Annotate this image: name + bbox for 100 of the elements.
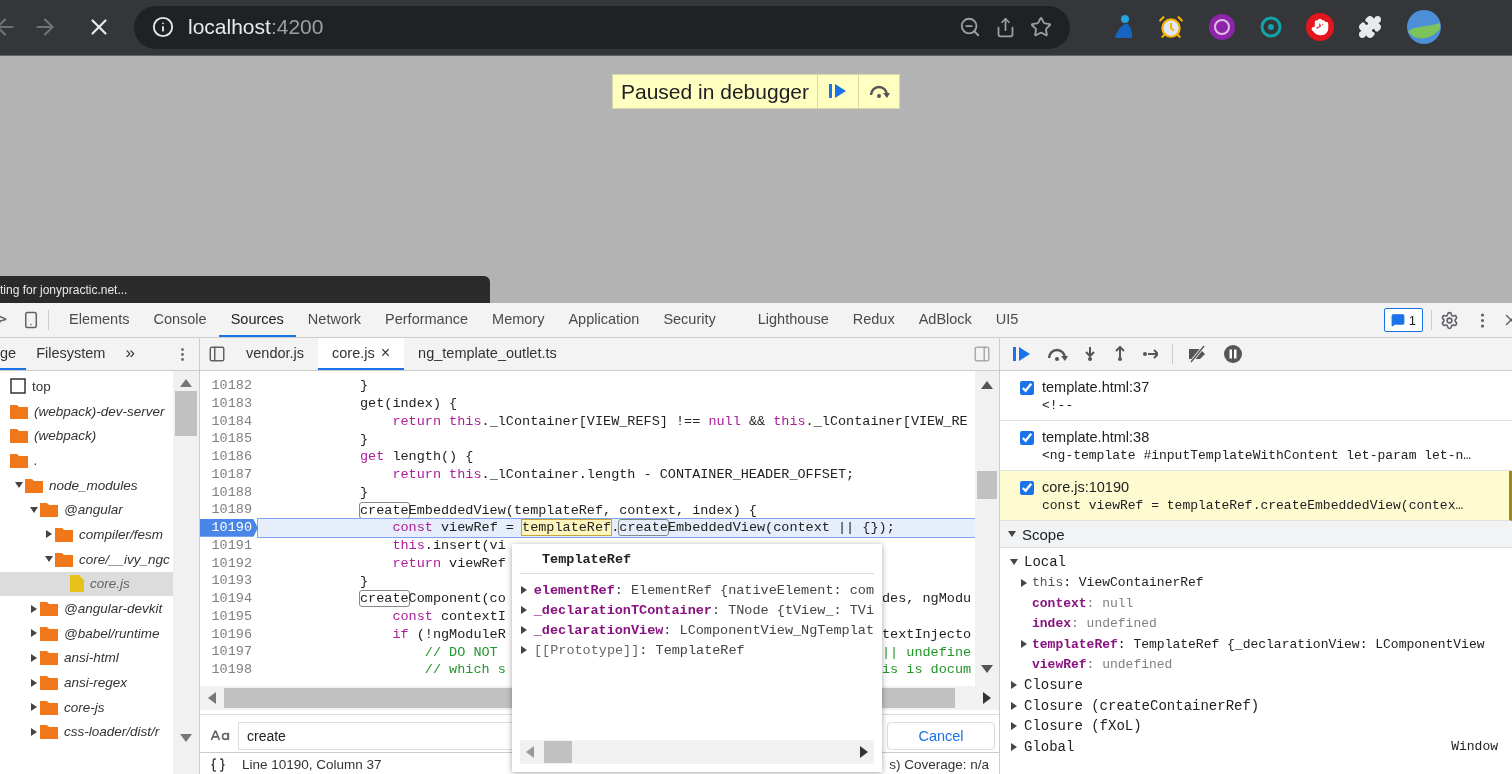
zoom-out-icon[interactable] xyxy=(959,16,981,39)
pretty-print-icon[interactable] xyxy=(210,757,226,773)
property-row[interactable]: [[Prototype]]: TemplateRef xyxy=(520,640,874,660)
tree-item[interactable]: @angular-devkit xyxy=(0,596,173,621)
expanded-arrow-icon[interactable] xyxy=(1008,530,1016,538)
scope-header[interactable]: Scope xyxy=(1000,521,1512,548)
resume-icon[interactable] xyxy=(1012,346,1032,362)
tree-item[interactable]: . xyxy=(0,448,173,473)
scrollbar-thumb[interactable] xyxy=(175,391,197,436)
info-icon[interactable] xyxy=(152,16,174,39)
breakpoint-item[interactable]: core.js:10190 const viewRef = templateRef.createEmbeddedView(contex… xyxy=(1000,471,1512,521)
issues-button[interactable]: 1 xyxy=(1383,308,1423,332)
breakpoint-checkbox[interactable] xyxy=(1020,481,1034,495)
file-tab[interactable]: vendor.js xyxy=(232,338,319,370)
close-tab-button[interactable]: × xyxy=(380,344,391,362)
tree-item[interactable]: ansi-html xyxy=(0,645,173,671)
step-over-icon[interactable] xyxy=(1046,347,1068,361)
alarm-clock-icon[interactable] xyxy=(1158,14,1184,41)
scroll-up-icon[interactable] xyxy=(180,379,192,387)
devtools-tab[interactable]: Security xyxy=(651,303,728,337)
navigator-tab[interactable]: ge xyxy=(0,338,27,370)
step-into-icon[interactable] xyxy=(1082,346,1098,362)
scope-variable[interactable]: this: ViewContainerRef xyxy=(1000,572,1512,593)
scroll-left-icon[interactable] xyxy=(208,692,216,704)
cancel-button[interactable]: Cancel xyxy=(887,721,995,750)
property-row[interactable]: _declarationTContainer: TNode {tView_: TVi xyxy=(520,600,874,620)
collapsed-arrow-icon[interactable] xyxy=(45,530,53,539)
breakpoint-checkbox[interactable] xyxy=(1020,431,1034,445)
scrollbar-thumb[interactable] xyxy=(544,741,572,763)
file-tab-label[interactable]: core.js xyxy=(332,345,375,361)
scope-section[interactable]: Closure (fXoL) xyxy=(1000,716,1512,737)
scope-section[interactable]: Global Window xyxy=(1000,736,1512,757)
collapsed-arrow-icon[interactable] xyxy=(30,604,38,613)
scroll-right-icon[interactable] xyxy=(860,746,868,758)
collapsed-arrow-icon[interactable] xyxy=(1010,681,1018,690)
devtools-tab[interactable]: Application xyxy=(556,303,652,337)
tree-item[interactable]: compiler/fesm xyxy=(0,522,173,547)
extension-icon[interactable] xyxy=(1260,16,1282,39)
file-tab-label[interactable]: vendor.js xyxy=(246,345,305,361)
devtools-tab[interactable]: Console xyxy=(141,303,219,337)
collapsed-arrow-icon[interactable] xyxy=(1010,722,1018,731)
expanded-arrow-icon[interactable] xyxy=(15,481,23,490)
tree-item[interactable]: core.js xyxy=(0,571,173,597)
devtools-tab[interactable]: AdBlock xyxy=(906,303,984,337)
collapsed-arrow-icon[interactable] xyxy=(520,586,528,594)
scroll-right-icon[interactable] xyxy=(983,692,991,704)
scope-section[interactable]: Closure (createContainerRef) xyxy=(1000,695,1512,716)
hand-icon[interactable] xyxy=(1306,13,1334,42)
collapsed-arrow-icon[interactable] xyxy=(30,727,38,736)
file-tab[interactable]: core.js × xyxy=(318,338,405,370)
extension-icon[interactable] xyxy=(1112,14,1134,41)
tree-item[interactable]: ansi-regex xyxy=(0,670,173,695)
tree-item[interactable]: top xyxy=(0,374,173,399)
collapsed-arrow-icon[interactable] xyxy=(520,626,528,634)
devtools-tab[interactable]: Performance xyxy=(373,303,481,337)
collapsed-arrow-icon[interactable] xyxy=(30,629,38,638)
expanded-arrow-icon[interactable] xyxy=(30,505,38,514)
devtools-tab[interactable]: Lighthouse xyxy=(745,303,841,337)
collapsed-arrow-icon[interactable] xyxy=(1020,640,1028,649)
collapsed-arrow-icon[interactable] xyxy=(1020,578,1028,587)
extensions-icon[interactable] xyxy=(1358,15,1382,40)
scope-variable[interactable]: templateRef: TemplateRef {_declarationView: LComponentView xyxy=(1000,634,1512,655)
pause-on-exceptions-icon[interactable] xyxy=(1223,344,1243,364)
scroll-down-icon[interactable] xyxy=(180,734,192,742)
collapsed-arrow-icon[interactable] xyxy=(30,703,38,712)
scroll-down-icon[interactable] xyxy=(981,665,993,673)
devtools-tab[interactable]: UI5 xyxy=(983,303,1031,337)
scrollbar-thumb[interactable] xyxy=(977,471,997,499)
collapsed-arrow-icon[interactable] xyxy=(30,653,38,662)
more-tabs-button[interactable]: » xyxy=(115,338,145,370)
tree-item[interactable]: core-js xyxy=(0,694,173,720)
tree-item[interactable]: @babel/runtime xyxy=(0,620,173,646)
collapsed-arrow-icon[interactable] xyxy=(30,678,38,687)
scroll-up-icon[interactable] xyxy=(981,381,993,389)
share-icon[interactable] xyxy=(995,16,1016,38)
file-tab-label[interactable]: ng_template_outlet.ts xyxy=(418,345,557,361)
collapsed-arrow-icon[interactable] xyxy=(520,646,528,654)
property-row[interactable]: _declarationView: LComponentView_NgTemplat xyxy=(520,620,874,640)
address-bar[interactable]: localhost:4200 xyxy=(134,5,1070,49)
scope-section[interactable]: Local xyxy=(1000,552,1512,573)
star-icon[interactable] xyxy=(1030,16,1052,39)
tree-item[interactable]: @angular xyxy=(0,497,173,523)
scope-section[interactable]: Closure xyxy=(1000,675,1512,696)
devtools-tab[interactable]: Redux xyxy=(840,303,907,337)
devtools-tab[interactable]: Memory xyxy=(480,303,557,337)
extension-icon[interactable] xyxy=(1208,13,1236,42)
tree-item[interactable]: node_modules xyxy=(0,472,173,498)
step-over-icon[interactable] xyxy=(868,84,890,99)
collapsed-arrow-icon[interactable] xyxy=(1010,742,1018,751)
devtools-tab[interactable]: Elements xyxy=(57,303,142,337)
breakpoint-checkbox[interactable] xyxy=(1020,381,1034,395)
file-tab[interactable]: ng_template_outlet.ts xyxy=(404,338,571,370)
navigator-tab[interactable]: Filesystem xyxy=(26,338,116,370)
expanded-arrow-icon[interactable] xyxy=(1010,558,1018,567)
collapsed-arrow-icon[interactable] xyxy=(520,606,528,614)
devtools-tab[interactable]: Network xyxy=(295,303,374,337)
tree-item[interactable]: (webpack)-dev-server xyxy=(0,398,173,424)
tree-item[interactable]: css-loader/dist/r xyxy=(0,719,173,745)
tree-item[interactable]: (webpack) xyxy=(0,423,173,449)
expanded-arrow-icon[interactable] xyxy=(45,555,53,564)
